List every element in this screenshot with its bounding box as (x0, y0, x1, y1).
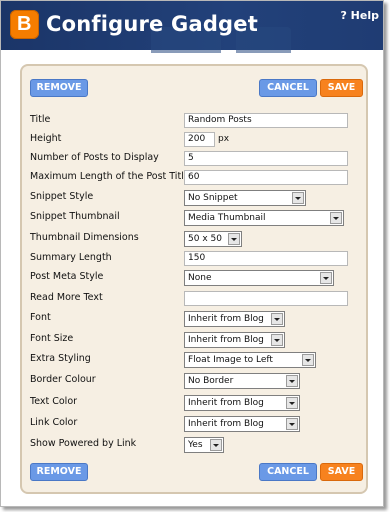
height-unit: px (218, 134, 230, 144)
font-size-label: Font Size (30, 333, 74, 344)
chevron-down-icon (320, 272, 332, 284)
page-title: Configure Gadget (46, 12, 258, 36)
row-snippet-thumbnail: Snippet Thumbnail Media Thumbnail (30, 210, 360, 226)
row-extra-styling: Extra Styling Float Image to Left (30, 352, 360, 368)
height-input[interactable]: 200 (184, 132, 215, 147)
chevron-down-icon (286, 397, 298, 409)
thumbnail-dimensions-label: Thumbnail Dimensions (30, 232, 139, 243)
link-color-label: Link Color (30, 417, 78, 428)
border-colour-select[interactable]: No Border (184, 373, 300, 389)
remove-button-bottom[interactable]: REMOVE (30, 463, 88, 481)
row-title: Title Random Posts (30, 113, 360, 129)
post-meta-style-select[interactable]: None (184, 270, 334, 286)
row-post-meta-style: Post Meta Style None (30, 270, 360, 286)
row-summary-length: Summary Length 150 (30, 251, 360, 267)
row-font-size: Font Size Inherit from Blog (30, 332, 360, 348)
save-button[interactable]: SAVE (320, 79, 363, 97)
chevron-down-icon (286, 375, 298, 387)
snippet-style-value: No Snippet (188, 193, 238, 203)
thumbnail-dimensions-value: 50 x 50 (188, 234, 222, 244)
chevron-down-icon (302, 354, 314, 366)
text-color-label: Text Color (30, 396, 78, 407)
post-meta-style-label: Post Meta Style (30, 271, 104, 282)
chevron-down-icon (271, 334, 283, 346)
row-font: Font Inherit from Blog (30, 311, 360, 327)
border-colour-label: Border Colour (30, 374, 96, 385)
font-select[interactable]: Inherit from Blog (184, 311, 285, 327)
help-link[interactable]: ? Help (340, 9, 379, 22)
chevron-down-icon (286, 418, 298, 430)
row-text-color: Text Color Inherit from Blog (30, 395, 360, 411)
row-max-title-length: Maximum Length of the Post Title 60 (30, 170, 360, 186)
read-more-text-input[interactable] (184, 291, 348, 306)
font-size-value: Inherit from Blog (188, 335, 264, 345)
summary-length-input[interactable]: 150 (184, 251, 348, 266)
summary-length-label: Summary Length (30, 252, 112, 263)
chevron-down-icon (210, 439, 222, 451)
snippet-thumbnail-value: Media Thumbnail (188, 213, 266, 223)
show-powered-by-label: Show Powered by Link (30, 438, 137, 449)
extra-styling-value: Float Image to Left (188, 355, 273, 365)
row-link-color: Link Color Inherit from Blog (30, 416, 360, 432)
title-label: Title (30, 114, 51, 125)
show-powered-by-select[interactable]: Yes (184, 437, 224, 453)
title-bar: B Configure Gadget ? Help (1, 1, 383, 53)
cancel-button-bottom[interactable]: CANCEL (259, 463, 317, 481)
snippet-style-label: Snippet Style (30, 191, 94, 202)
link-color-select[interactable]: Inherit from Blog (184, 416, 300, 432)
chevron-down-icon (271, 313, 283, 325)
height-label: Height (30, 133, 62, 144)
extra-styling-label: Extra Styling (30, 353, 91, 364)
row-height: Height 200 px (30, 132, 360, 148)
max-title-length-label: Maximum Length of the Post Title (30, 171, 190, 182)
row-read-more-text: Read More Text (30, 291, 360, 307)
link-color-value: Inherit from Blog (188, 419, 264, 429)
row-thumbnail-dimensions: Thumbnail Dimensions 50 x 50 (30, 231, 360, 247)
thumbnail-dimensions-select[interactable]: 50 x 50 (184, 231, 242, 247)
text-color-select[interactable]: Inherit from Blog (184, 395, 300, 411)
extra-styling-select[interactable]: Float Image to Left (184, 352, 316, 368)
show-powered-by-value: Yes (188, 440, 203, 450)
post-meta-style-value: None (188, 273, 212, 283)
border-colour-value: No Border (188, 376, 234, 386)
read-more-text-label: Read More Text (30, 292, 103, 303)
row-num-posts: Number of Posts to Display 5 (30, 151, 360, 167)
snippet-thumbnail-select[interactable]: Media Thumbnail (184, 210, 344, 226)
blogger-logo-icon: B (10, 10, 39, 39)
font-value: Inherit from Blog (188, 314, 264, 324)
chevron-down-icon (228, 233, 240, 245)
snippet-style-select[interactable]: No Snippet (184, 190, 306, 206)
row-show-powered-by: Show Powered by Link Yes (30, 437, 360, 453)
font-label: Font (30, 312, 51, 323)
row-border-colour: Border Colour No Border (30, 373, 360, 389)
gadget-window: B Configure Gadget ? Help REMOVE CANCEL … (0, 0, 384, 507)
remove-button[interactable]: REMOVE (30, 79, 88, 97)
save-button-bottom[interactable]: SAVE (320, 463, 363, 481)
row-snippet-style: Snippet Style No Snippet (30, 190, 360, 206)
max-title-length-input[interactable]: 60 (184, 170, 348, 185)
text-color-value: Inherit from Blog (188, 398, 264, 408)
font-size-select[interactable]: Inherit from Blog (184, 332, 285, 348)
chevron-down-icon (292, 192, 304, 204)
title-input[interactable]: Random Posts (184, 113, 348, 128)
cancel-button[interactable]: CANCEL (259, 79, 317, 97)
snippet-thumbnail-label: Snippet Thumbnail (30, 211, 120, 222)
chevron-down-icon (330, 212, 342, 224)
num-posts-input[interactable]: 5 (184, 151, 348, 166)
num-posts-label: Number of Posts to Display (30, 152, 159, 163)
